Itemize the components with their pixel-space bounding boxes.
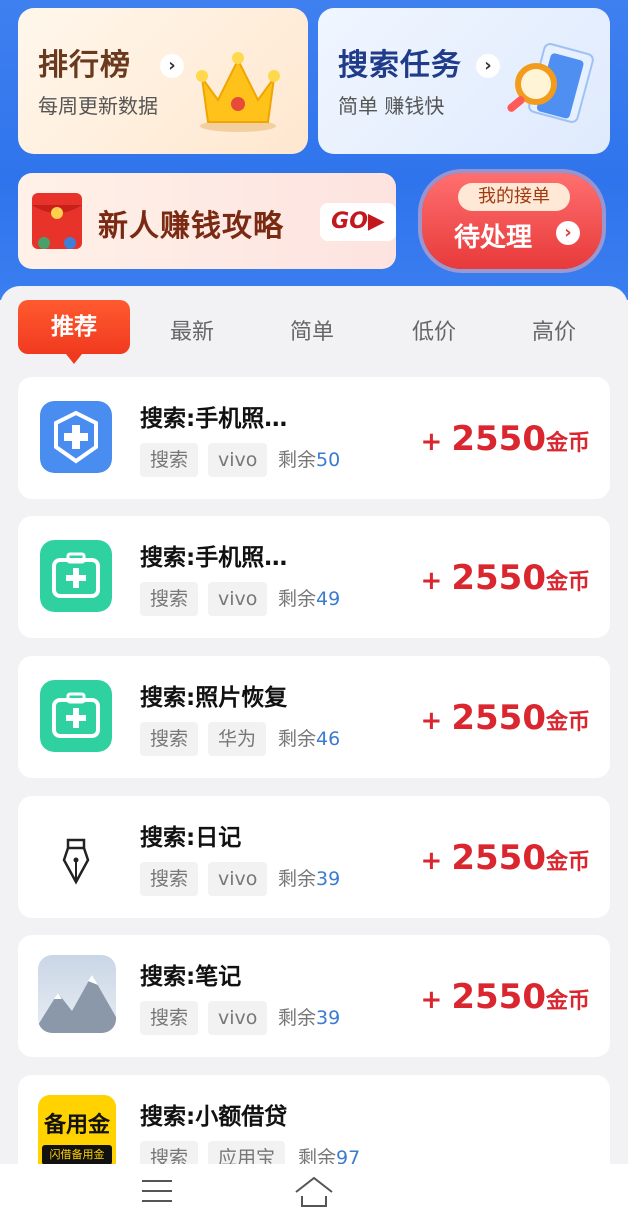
task-remaining: 剩余46 xyxy=(278,728,341,750)
guide-title: 新人赚钱攻略 xyxy=(98,209,284,244)
task-row[interactable]: 搜索:手机照… 搜索 vivo 剩余50 + 2550金币 xyxy=(18,377,610,499)
task-remaining: 剩余50 xyxy=(278,449,341,471)
task-reward: + 2550金币 xyxy=(420,558,591,598)
task-reward: + 2550金币 xyxy=(420,419,591,459)
shield-plus-icon xyxy=(40,401,112,473)
task-tag-platform: 华为 xyxy=(208,722,267,756)
system-nav-bar xyxy=(0,1164,628,1219)
task-reward: + 2550金币 xyxy=(420,698,591,738)
tab-newest[interactable]: 最新 xyxy=(142,314,242,346)
task-row[interactable]: 备用金 闪借备用金 搜索:小额借贷 搜索 应用宝 剩余97 xyxy=(18,1075,610,1175)
task-title: 搜索:笔记 xyxy=(140,964,242,990)
task-tag-platform: vivo xyxy=(208,1001,268,1035)
task-reward: + 2550金币 xyxy=(420,838,591,878)
pending-orders-button[interactable]: 我的接单 待处理 › xyxy=(422,173,602,269)
task-row[interactable]: 搜索:日记 搜索 vivo 剩余39 + 2550金币 xyxy=(18,796,610,918)
new-user-guide-banner[interactable]: 新人赚钱攻略 GO▶ xyxy=(18,173,396,269)
task-tag-platform: vivo xyxy=(208,862,268,896)
chevron-right-icon: › xyxy=(160,54,184,78)
search-task-card[interactable]: 搜索任务 › 简单 赚钱快 xyxy=(318,8,610,154)
task-remaining: 剩余39 xyxy=(278,1007,341,1029)
crown-icon xyxy=(196,52,280,132)
task-row[interactable]: 搜索:手机照… 搜索 vivo 剩余49 + 2550金币 xyxy=(18,516,610,638)
task-title: 搜索:小额借贷 xyxy=(140,1104,288,1130)
pen-nib-icon xyxy=(40,820,112,892)
chevron-right-icon: › xyxy=(556,221,580,245)
red-envelope-icon xyxy=(32,193,82,249)
task-remaining: 剩余39 xyxy=(278,868,341,890)
task-title: 搜索:手机照… xyxy=(140,406,288,432)
task-title: 搜索:照片恢复 xyxy=(140,685,288,711)
medkit-icon xyxy=(40,540,112,612)
task-reward: + 2550金币 xyxy=(420,977,591,1017)
task-tag-type: 搜索 xyxy=(140,1001,199,1035)
task-tag-type: 搜索 xyxy=(140,722,199,756)
magnifier-icon xyxy=(507,43,594,123)
loan-app-icon: 备用金 闪借备用金 xyxy=(38,1095,116,1164)
filter-tabs: 推荐 最新 简单 低价 高价 xyxy=(0,300,628,364)
task-tag-type: 搜索 xyxy=(140,443,199,477)
tab-high-price[interactable]: 高价 xyxy=(504,314,604,346)
leaderboard-subtitle: 每周更新数据 xyxy=(38,94,158,118)
medkit-icon xyxy=(40,680,112,752)
task-tag-platform: vivo xyxy=(208,582,268,616)
tab-low-price[interactable]: 低价 xyxy=(384,314,484,346)
leaderboard-card[interactable]: 排行榜 › 每周更新数据 xyxy=(18,8,308,154)
tab-simple[interactable]: 简单 xyxy=(262,314,362,346)
search-task-subtitle: 简单 赚钱快 xyxy=(338,94,445,118)
mountain-icon xyxy=(38,955,116,1033)
task-tag-type: 搜索 xyxy=(140,582,199,616)
pending-label: 待处理 xyxy=(454,223,533,253)
task-row[interactable]: 搜索:笔记 搜索 vivo 剩余39 + 2550金币 xyxy=(18,935,610,1057)
task-row[interactable]: 搜索:照片恢复 搜索 华为 剩余46 + 2550金币 xyxy=(18,656,610,778)
task-tag-platform: vivo xyxy=(208,443,268,477)
leaderboard-title: 排行榜 xyxy=(38,48,131,83)
task-tag-type: 搜索 xyxy=(140,862,199,896)
search-task-title: 搜索任务 xyxy=(338,48,462,83)
task-remaining: 剩余49 xyxy=(278,588,341,610)
tab-recommended[interactable]: 推荐 xyxy=(18,300,130,364)
menu-icon[interactable] xyxy=(140,1178,174,1204)
task-title: 搜索:手机照… xyxy=(140,545,288,571)
task-title: 搜索:日记 xyxy=(140,825,242,851)
go-button[interactable]: GO▶ xyxy=(320,203,396,241)
my-orders-label: 我的接单 xyxy=(458,183,570,211)
home-icon[interactable] xyxy=(292,1174,336,1208)
